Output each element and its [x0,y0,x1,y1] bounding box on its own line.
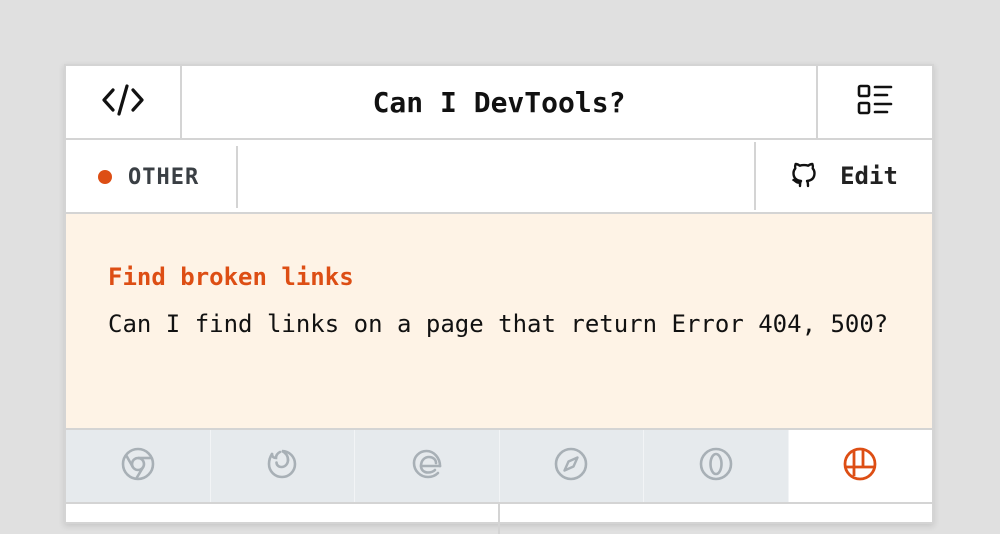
code-brackets-icon [101,82,145,122]
browser-tab-edge[interactable] [354,430,499,502]
category-label: OTHER [128,164,200,190]
meta-bar: OTHER Edit [66,140,932,214]
browser-tab-firefox[interactable] [209,430,354,502]
browser-tabs [66,430,932,504]
page-title: Can I DevTools? [372,85,626,119]
header-bar: Can I DevTools? [66,66,932,140]
feature-card: Can I DevTools? OTHER Edit Find broken l… [64,64,934,534]
category-dot [98,170,112,184]
edit-label: Edit [840,162,898,190]
feature-description: Can I find links on a page that return E… [108,310,889,338]
code-toggle-button[interactable] [66,66,182,138]
browser-tab-safari[interactable] [498,430,643,502]
github-icon [790,159,818,193]
browser-tab-polypane[interactable] [787,430,932,502]
opera-icon [698,446,734,486]
browser-tab-opera[interactable] [643,430,788,502]
firefox-icon [264,446,300,486]
lower-divider [498,504,500,534]
chrome-icon [120,446,156,486]
category-tag: OTHER [66,146,238,208]
browser-tab-chrome[interactable] [66,430,210,502]
polypane-icon [842,446,878,486]
edge-icon [409,446,445,486]
safari-icon [553,446,589,486]
list-view-icon [857,84,893,120]
feature-heading: Find broken links [108,263,354,291]
list-view-button[interactable] [816,66,932,138]
edit-button[interactable]: Edit [754,142,932,210]
feature-content: Find broken links Can I find links on a … [66,214,932,430]
